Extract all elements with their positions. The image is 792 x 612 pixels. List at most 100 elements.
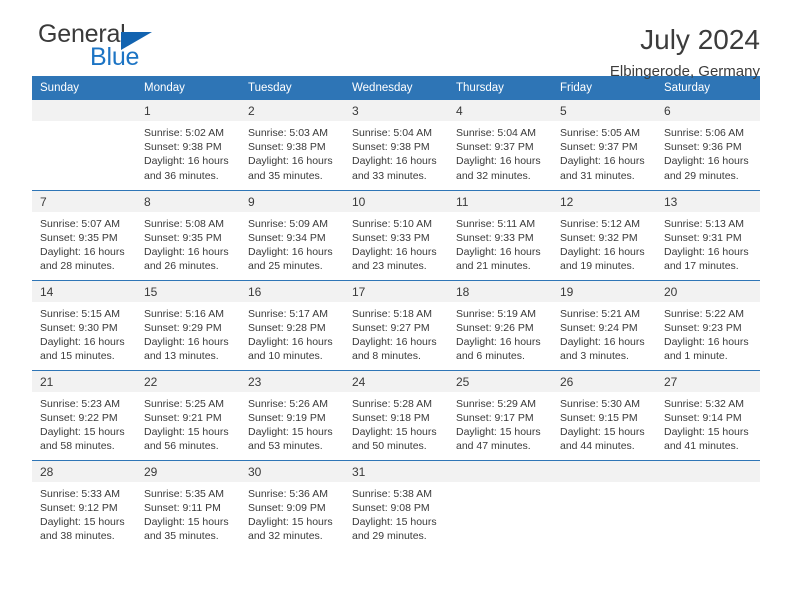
day-sunset-text: Sunset: 9:38 PM: [352, 141, 430, 154]
calendar-week-row: 21 Sunrise: 5:23 AM Sunset: 9:22 PM Dayligh…: [32, 369, 760, 460]
calendar-day-cell[interactable]: 31 Sunrise: 5:38 AM Sunset: 9:08 PM Dayligh…: [344, 459, 448, 550]
calendar-day-cell[interactable]: 7 Sunrise: 5:07 AM Sunset: 9:35 PM Daylight…: [32, 189, 136, 280]
calendar-day-cell[interactable]: 12 Sunrise: 5:12 AM Sunset: 9:32 PM Dayligh…: [552, 189, 656, 280]
day-sunset-text: Sunset: 9:17 PM: [456, 411, 534, 424]
day-details: Sunrise: 5:29 AM Sunset: 9:17 PM Daylight:…: [448, 392, 552, 454]
day-sunrise-text: Sunrise: 5:12 AM: [560, 217, 640, 230]
calendar-day-cell[interactable]: 17 Sunrise: 5:18 AM Sunset: 9:27 PM Dayligh…: [344, 279, 448, 370]
day-sunrise-text: Sunrise: 5:03 AM: [248, 127, 328, 139]
day-daylight-1-text: Daylight: 16 hours: [664, 245, 749, 258]
day-sunset-text: Sunset: 9:35 PM: [144, 231, 222, 244]
day-sunset-text: Sunset: 9:33 PM: [456, 231, 534, 244]
day-sunset-text: Sunset: 9:31 PM: [664, 231, 742, 244]
day-details: Sunrise: 5:26 AM Sunset: 9:19 PM Daylight:…: [240, 392, 344, 454]
calendar-day-cell[interactable]: 18 Sunrise: 5:19 AM Sunset: 9:26 PM Dayligh…: [448, 279, 552, 370]
calendar-day-cell[interactable]: 16 Sunrise: 5:17 AM Sunset: 9:28 PM Dayligh…: [240, 279, 344, 370]
day-daylight-2-text: and 41 minutes.: [664, 440, 739, 453]
day-daylight-2-text: and 38 minutes.: [40, 530, 115, 543]
day-sunset-text: Sunset: 9:09 PM: [248, 501, 326, 514]
day-sunset-text: Sunset: 9:23 PM: [664, 321, 742, 334]
calendar-day-cell[interactable]: 11 Sunrise: 5:11 AM Sunset: 9:33 PM Dayligh…: [448, 189, 552, 280]
calendar-day-cell[interactable]: 5 Sunrise: 5:05 AM Sunset: 9:37 PM Daylight…: [552, 100, 656, 190]
calendar-day-cell[interactable]: 3 Sunrise: 5:04 AM Sunset: 9:38 PM Daylight…: [344, 100, 448, 190]
day-sunrise-text: Sunrise: 5:21 AM: [560, 307, 640, 320]
calendar-day-cell[interactable]: 4 Sunrise: 5:04 AM Sunset: 9:37 PM Daylight…: [448, 100, 552, 190]
calendar-day-cell[interactable]: 26 Sunrise: 5:30 AM Sunset: 9:15 PM Dayligh…: [552, 369, 656, 460]
calendar-day-cell[interactable]: 27 Sunrise: 5:32 AM Sunset: 9:14 PM Dayligh…: [656, 369, 760, 460]
day-daylight-2-text: and 17 minutes.: [664, 260, 739, 273]
calendar-day-cell[interactable]: 23 Sunrise: 5:26 AM Sunset: 9:19 PM Dayligh…: [240, 369, 344, 460]
day-daylight-2-text: and 29 minutes.: [664, 169, 739, 182]
day-sunset-text: Sunset: 9:28 PM: [248, 321, 326, 334]
weekday-header-thursday: Thursday: [448, 76, 552, 100]
day-number: 27: [656, 370, 760, 392]
day-number: 16: [240, 280, 344, 302]
day-number: 19: [552, 280, 656, 302]
calendar-week-row: 28 Sunrise: 5:33 AM Sunset: 9:12 PM Dayligh…: [32, 459, 760, 550]
day-daylight-2-text: and 53 minutes.: [248, 440, 323, 453]
day-daylight-2-text: and 3 minutes.: [560, 350, 629, 363]
day-daylight-1-text: Daylight: 16 hours: [248, 335, 333, 348]
calendar-day-cell[interactable]: 30 Sunrise: 5:36 AM Sunset: 9:09 PM Dayligh…: [240, 459, 344, 550]
day-details: Sunrise: 5:12 AM Sunset: 9:32 PM Daylight:…: [552, 212, 656, 274]
calendar-day-cell[interactable]: 20 Sunrise: 5:22 AM Sunset: 9:23 PM Dayligh…: [656, 279, 760, 370]
calendar-day-cell[interactable]: 6 Sunrise: 5:06 AM Sunset: 9:36 PM Daylight…: [656, 100, 760, 190]
day-sunset-text: Sunset: 9:38 PM: [144, 141, 222, 154]
calendar-day-cell[interactable]: 28 Sunrise: 5:33 AM Sunset: 9:12 PM Dayligh…: [32, 459, 136, 550]
day-sunrise-text: Sunrise: 5:28 AM: [352, 397, 432, 410]
calendar-day-cell[interactable]: 21 Sunrise: 5:23 AM Sunset: 9:22 PM Dayligh…: [32, 369, 136, 460]
day-details: Sunrise: 5:15 AM Sunset: 9:30 PM Daylight:…: [32, 302, 136, 364]
calendar-day-cell[interactable]: 29 Sunrise: 5:35 AM Sunset: 9:11 PM Dayligh…: [136, 459, 240, 550]
calendar-day-cell[interactable]: 8 Sunrise: 5:08 AM Sunset: 9:35 PM Daylight…: [136, 189, 240, 280]
day-sunset-text: Sunset: 9:21 PM: [144, 411, 222, 424]
day-daylight-1-text: Daylight: 16 hours: [352, 155, 437, 168]
day-daylight-2-text: and 31 minutes.: [560, 169, 635, 182]
day-daylight-1-text: Daylight: 16 hours: [456, 155, 541, 168]
day-details: Sunrise: 5:25 AM Sunset: 9:21 PM Daylight:…: [136, 392, 240, 454]
calendar-day-cell[interactable]: 19 Sunrise: 5:21 AM Sunset: 9:24 PM Dayligh…: [552, 279, 656, 370]
calendar-day-cell[interactable]: 15 Sunrise: 5:16 AM Sunset: 9:29 PM Dayligh…: [136, 279, 240, 370]
day-details: Sunrise: 5:06 AM Sunset: 9:36 PM Daylight:…: [656, 121, 760, 183]
day-daylight-1-text: Daylight: 16 hours: [144, 155, 229, 168]
weekday-header-wednesday: Wednesday: [344, 76, 448, 100]
day-details: Sunrise: 5:09 AM Sunset: 9:34 PM Daylight:…: [240, 212, 344, 274]
day-details: Sunrise: 5:21 AM Sunset: 9:24 PM Daylight:…: [552, 302, 656, 364]
calendar-day-cell[interactable]: 25 Sunrise: 5:29 AM Sunset: 9:17 PM Dayligh…: [448, 369, 552, 460]
calendar-day-cell[interactable]: 24 Sunrise: 5:28 AM Sunset: 9:18 PM Dayligh…: [344, 369, 448, 460]
day-daylight-2-text: and 25 minutes.: [248, 260, 323, 273]
day-sunrise-text: Sunrise: 5:06 AM: [664, 127, 744, 139]
calendar-day-cell[interactable]: 22 Sunrise: 5:25 AM Sunset: 9:21 PM Dayligh…: [136, 369, 240, 460]
day-daylight-2-text: and 58 minutes.: [40, 440, 115, 453]
calendar-day-cell[interactable]: 13 Sunrise: 5:13 AM Sunset: 9:31 PM Dayligh…: [656, 189, 760, 280]
day-daylight-1-text: Daylight: 15 hours: [40, 515, 125, 528]
day-daylight-1-text: Daylight: 16 hours: [40, 335, 125, 348]
day-number: 26: [552, 370, 656, 392]
calendar-day-cell[interactable]: 2 Sunrise: 5:03 AM Sunset: 9:38 PM Daylight…: [240, 100, 344, 190]
calendar-day-cell[interactable]: 10 Sunrise: 5:10 AM Sunset: 9:33 PM Dayligh…: [344, 189, 448, 280]
day-number: 20: [656, 280, 760, 302]
day-daylight-2-text: and 50 minutes.: [352, 440, 427, 453]
day-number: [32, 100, 136, 121]
calendar-cell-empty: [656, 459, 760, 550]
day-sunrise-text: Sunrise: 5:08 AM: [144, 217, 224, 230]
day-sunrise-text: Sunrise: 5:35 AM: [144, 487, 224, 500]
day-daylight-2-text: and 15 minutes.: [40, 350, 115, 363]
day-sunrise-text: Sunrise: 5:33 AM: [40, 487, 120, 500]
weekday-header-tuesday: Tuesday: [240, 76, 344, 100]
day-daylight-2-text: and 6 minutes.: [456, 350, 525, 363]
day-daylight-1-text: Daylight: 16 hours: [456, 245, 541, 258]
calendar-day-cell[interactable]: 9 Sunrise: 5:09 AM Sunset: 9:34 PM Daylight…: [240, 189, 344, 280]
day-daylight-2-text: and 44 minutes.: [560, 440, 635, 453]
day-daylight-2-text: and 36 minutes.: [144, 169, 219, 182]
day-daylight-1-text: Daylight: 15 hours: [560, 425, 645, 438]
day-number: 1: [136, 100, 240, 121]
day-sunset-text: Sunset: 9:32 PM: [560, 231, 638, 244]
day-sunset-text: Sunset: 9:24 PM: [560, 321, 638, 334]
day-number: 11: [448, 190, 552, 212]
page-subtitle-location: Elbingerode, Germany: [609, 63, 760, 81]
day-number: 10: [344, 190, 448, 212]
calendar-day-cell[interactable]: 1 Sunrise: 5:02 AM Sunset: 9:38 PM Daylight…: [136, 100, 240, 190]
calendar-day-cell[interactable]: 14 Sunrise: 5:15 AM Sunset: 9:30 PM Dayligh…: [32, 279, 136, 370]
calendar-cell-empty: [32, 100, 136, 190]
day-daylight-1-text: Daylight: 16 hours: [248, 245, 333, 258]
